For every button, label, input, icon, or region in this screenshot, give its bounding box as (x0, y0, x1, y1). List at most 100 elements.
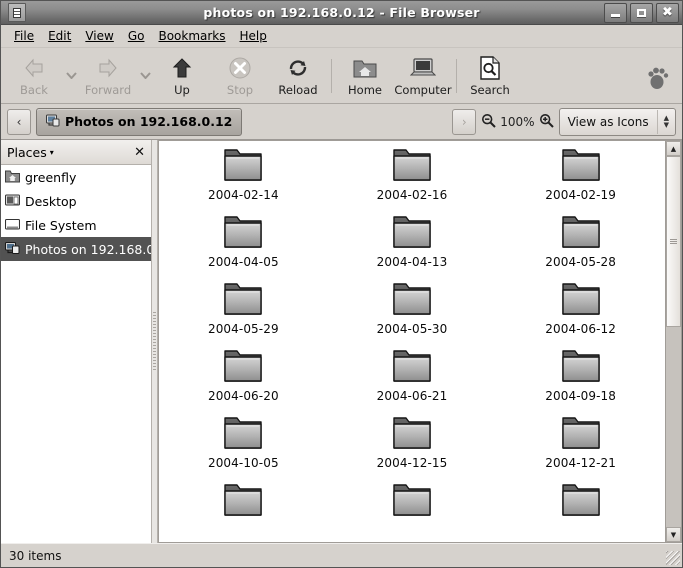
resize-grip-icon[interactable] (666, 551, 680, 565)
folder-icon (222, 281, 264, 320)
toolbar-computer-button[interactable]: Computer (394, 51, 452, 101)
zoom-out-icon[interactable] (481, 113, 496, 131)
sidebar-item-greenfly[interactable]: greenfly (1, 165, 151, 189)
places-sidebar: Places ▾ ✕ greenfly Desktop File System … (1, 140, 152, 543)
toolbar-back-label: Back (20, 82, 48, 97)
scroll-up-button[interactable]: ▲ (666, 141, 681, 156)
folder-label: 2004-02-16 (376, 188, 448, 202)
scrollbar-thumb[interactable] (666, 156, 681, 327)
menu-go[interactable]: Go (121, 27, 152, 45)
toolbar-reload-button[interactable]: Reload (269, 51, 327, 101)
folder-item[interactable]: 2004-05-29 (159, 281, 328, 348)
folder-item[interactable] (159, 482, 328, 542)
desktop-icon (5, 193, 20, 210)
folder-icon (391, 281, 433, 320)
folder-label: 2004-05-30 (376, 322, 448, 336)
window-menu-icon (13, 7, 21, 18)
toolbar-stop-label: Stop (226, 82, 254, 97)
folder-icon (560, 348, 602, 387)
toolbar-forward-button[interactable]: Forward (79, 51, 137, 101)
folder-item[interactable] (496, 482, 665, 542)
folder-label: 2004-06-12 (545, 322, 617, 336)
back-history-dropdown[interactable] (63, 51, 79, 101)
folder-item[interactable]: 2004-12-15 (328, 415, 497, 482)
chevron-down-icon[interactable]: ▾ (50, 148, 54, 157)
forward-history-dropdown[interactable] (137, 51, 153, 101)
computer-icon (410, 55, 436, 81)
menu-file[interactable]: File (7, 27, 41, 45)
folder-label: 2004-02-19 (545, 188, 617, 202)
zoom-level-label: 100% (500, 114, 535, 129)
sidebar-item-file-system[interactable]: File System (1, 213, 151, 237)
menu-view[interactable]: View (78, 27, 120, 45)
folder-item[interactable]: 2004-10-05 (159, 415, 328, 482)
scroll-down-button[interactable]: ▼ (666, 527, 681, 542)
scrollbar-track[interactable] (666, 156, 681, 527)
folder-item[interactable]: 2004-09-18 (496, 348, 665, 415)
sidebar-item-desktop[interactable]: Desktop (1, 189, 151, 213)
folder-item[interactable]: 2004-02-19 (496, 147, 665, 214)
maximize-button[interactable] (630, 2, 653, 23)
toolbar-computer-label: Computer (394, 82, 452, 97)
menu-help-label: Help (239, 29, 267, 43)
folder-item[interactable]: 2004-05-28 (496, 214, 665, 281)
path-forward-button[interactable]: › (452, 108, 477, 135)
menu-view-label: View (85, 29, 114, 43)
view-as-spinner-icon[interactable]: ▲ ▼ (664, 115, 675, 129)
folder-label: 2004-04-05 (207, 255, 279, 269)
path-back-button[interactable]: ‹ (7, 108, 31, 135)
minimize-icon (611, 13, 620, 17)
folder-icon (391, 147, 433, 186)
folder-item[interactable] (328, 482, 497, 542)
folder-icon (560, 281, 602, 320)
folder-item[interactable]: 2004-05-30 (328, 281, 497, 348)
menu-help[interactable]: Help (233, 27, 274, 45)
breadcrumb-photos-button[interactable]: Photos on 192.168.0.12 (36, 107, 243, 136)
home-folder-icon (5, 169, 20, 186)
folder-icon (560, 214, 602, 253)
file-icon-view[interactable]: 2004-02-14 2004-02-16 2004-02-19 2004-04-05… (158, 140, 666, 543)
view-as-select[interactable]: View as Icons ▲ ▼ (558, 107, 676, 136)
close-button[interactable]: ✖ (656, 2, 679, 23)
gnome-foot-icon (638, 51, 678, 101)
toolbar-home-button[interactable]: Home (336, 51, 394, 101)
toolbar-reload-label: Reload (278, 82, 318, 97)
sidebar-item-photos-on-server[interactable]: Photos on 192.168.0.12 (1, 237, 151, 261)
sidebar-item-label: Desktop (25, 193, 77, 209)
breadcrumb-label: Photos on 192.168.0.12 (65, 114, 233, 129)
folder-item[interactable]: 2004-02-14 (159, 147, 328, 214)
menu-bookmarks-label: Bookmarks (158, 29, 226, 43)
minimize-button[interactable] (604, 2, 627, 23)
file-browser-window: photos on 192.168.0.12 - File Browser ✖ … (0, 0, 683, 568)
scrollbar-grip-icon (670, 238, 677, 244)
folder-label: 2004-04-13 (376, 255, 448, 269)
zoom-in-icon[interactable] (539, 113, 554, 131)
folder-item[interactable]: 2004-06-12 (496, 281, 665, 348)
menu-edit[interactable]: Edit (41, 27, 78, 45)
toolbar-stop-button[interactable]: Stop (211, 51, 269, 101)
menu-bar: File Edit View Go Bookmarks Help (1, 25, 682, 48)
toolbar-search-button[interactable]: Search (461, 51, 519, 101)
toolbar-back-button[interactable]: Back (5, 51, 63, 101)
folder-item[interactable]: 2004-02-16 (328, 147, 497, 214)
folder-item[interactable]: 2004-06-21 (328, 348, 497, 415)
folder-item[interactable]: 2004-04-05 (159, 214, 328, 281)
close-sidebar-icon[interactable]: ✕ (134, 145, 145, 160)
places-list: greenfly Desktop File System Photos on 1… (1, 165, 151, 543)
places-header[interactable]: Places ▾ ✕ (1, 140, 151, 165)
view-as-divider (656, 109, 658, 134)
reload-icon (285, 55, 311, 81)
folder-icon (222, 147, 264, 186)
vertical-scrollbar[interactable]: ▲ ▼ (666, 140, 682, 543)
sidebar-item-label: greenfly (25, 169, 77, 185)
toolbar-up-button[interactable]: Up (153, 51, 211, 101)
folder-grid: 2004-02-14 2004-02-16 2004-02-19 2004-04-05… (159, 141, 665, 542)
path-back-chevron-icon: ‹ (16, 114, 22, 129)
location-bar: ‹ Photos on 192.168.0.12 › 100% View as … (1, 104, 682, 140)
folder-item[interactable]: 2004-06-20 (159, 348, 328, 415)
folder-item[interactable]: 2004-04-13 (328, 214, 497, 281)
menu-bookmarks[interactable]: Bookmarks (151, 27, 232, 45)
window-controls: ✖ (604, 2, 679, 23)
folder-item[interactable]: 2004-12-21 (496, 415, 665, 482)
window-menu-button[interactable] (8, 3, 26, 22)
